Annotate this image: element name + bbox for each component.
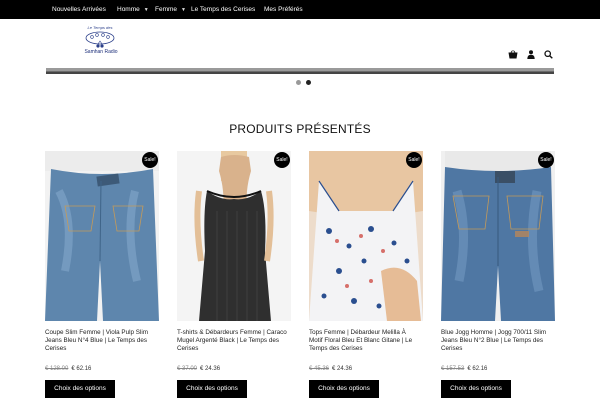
slider-dot-2[interactable] bbox=[306, 80, 311, 85]
nav-item-mes-preferes[interactable]: Mes Préférés bbox=[264, 0, 303, 19]
product-image[interactable] bbox=[45, 151, 159, 321]
product-price: € 37.00 € 24.36 bbox=[177, 366, 220, 372]
logo-emblem-icon bbox=[85, 31, 115, 48]
product-card: Sale! Blue Jogg Homme | Jogg 700/11 Slim… bbox=[441, 151, 555, 398]
chevron-down-icon: ▼ bbox=[143, 7, 149, 13]
product-card: Sale! Tops Femme | Débardeur Melilla À M… bbox=[309, 151, 423, 398]
product-old-price: € 37.00 bbox=[177, 366, 198, 372]
product-old-price: € 45.36 bbox=[309, 366, 330, 372]
sale-badge: Sale! bbox=[538, 152, 554, 168]
nav-item-homme[interactable]: Homme ▼ bbox=[117, 0, 149, 19]
choose-options-button[interactable]: Choix des options bbox=[45, 380, 115, 398]
nav-item-femme-label: Femme bbox=[155, 6, 178, 13]
product-image[interactable] bbox=[441, 151, 555, 321]
user-icon[interactable] bbox=[526, 49, 536, 59]
choose-options-button[interactable]: Choix des options bbox=[441, 380, 511, 398]
product-sale-price: € 24.36 bbox=[332, 366, 353, 372]
product-sale-price: € 24.36 bbox=[200, 366, 221, 372]
nav-item-femme[interactable]: Femme ▼ bbox=[155, 0, 186, 19]
slider-dot-1[interactable] bbox=[296, 80, 301, 85]
product-old-price: € 128.00 bbox=[45, 366, 69, 372]
hero-slider[interactable] bbox=[46, 68, 554, 74]
choose-options-button[interactable]: Choix des options bbox=[177, 380, 247, 398]
nav-item-le-temps-des-cerises[interactable]: Le Temps des Cerises bbox=[191, 0, 255, 19]
product-title[interactable]: Tops Femme | Débardeur Melilla À Motif F… bbox=[309, 329, 421, 353]
product-price: € 128.00 € 62.16 bbox=[45, 366, 91, 372]
choose-options-button[interactable]: Choix des options bbox=[309, 380, 379, 398]
nav-item-homme-label: Homme bbox=[117, 6, 140, 13]
logo-name: Samhan Radio bbox=[84, 49, 118, 55]
sale-badge: Sale! bbox=[142, 152, 158, 168]
product-old-price: € 157.53 bbox=[441, 366, 465, 372]
sale-badge: Sale! bbox=[406, 152, 422, 168]
product-card: Sale! T-shirts & Débardeurs Femme | Cara… bbox=[177, 151, 291, 398]
section-title: PRODUITS PRÉSENTÉS bbox=[229, 122, 371, 136]
product-price: € 157.53 € 62.16 bbox=[441, 366, 487, 372]
product-title[interactable]: Coupe Slim Femme | Viola Pulp Slim Jeans… bbox=[45, 329, 157, 353]
product-image[interactable] bbox=[177, 151, 291, 321]
sale-badge: Sale! bbox=[274, 152, 290, 168]
product-title[interactable]: T-shirts & Débardeurs Femme | Caraco Mug… bbox=[177, 329, 289, 353]
chevron-down-icon: ▼ bbox=[181, 7, 186, 13]
top-navigation-bar: Nouvelles Arrivées Homme ▼ Femme ▼ Le Temp… bbox=[0, 0, 600, 19]
site-logo[interactable]: Le Temps des Samhan Radio bbox=[80, 25, 122, 59]
site-header: Le Temps des Samhan Radio bbox=[0, 19, 600, 63]
product-sale-price: € 62.16 bbox=[467, 366, 488, 372]
product-image[interactable] bbox=[309, 151, 423, 321]
product-card: Sale! Coupe Slim Femme | Viola Pulp Slim… bbox=[45, 151, 159, 398]
nav-item-nouvelles-arrivees[interactable]: Nouvelles Arrivées bbox=[52, 0, 106, 19]
basket-icon[interactable] bbox=[508, 49, 518, 59]
product-sale-price: € 62.16 bbox=[71, 366, 92, 372]
search-icon[interactable] bbox=[543, 49, 553, 59]
product-price: € 45.36 € 24.36 bbox=[309, 366, 352, 372]
product-title[interactable]: Blue Jogg Homme | Jogg 700/11 Slim Jeans… bbox=[441, 329, 553, 353]
